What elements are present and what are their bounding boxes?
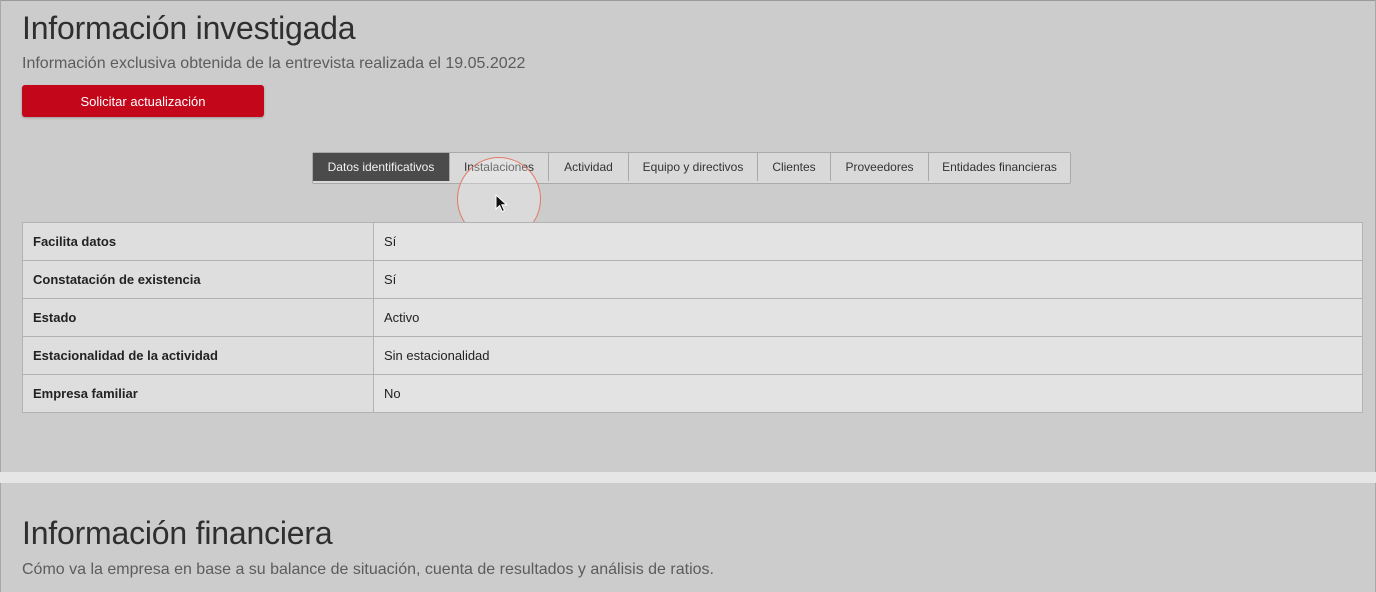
investigated-info-title: Información investigada xyxy=(22,10,356,46)
tab-clientes[interactable]: Clientes xyxy=(758,153,831,181)
info-tabs: Datos identificativos Instalaciones Acti… xyxy=(312,152,1071,184)
tab-entidades-financieras[interactable]: Entidades financieras xyxy=(929,153,1070,181)
row-value: Sin estacionalidad xyxy=(373,336,1363,375)
row-value: No xyxy=(373,374,1363,413)
row-label: Estado xyxy=(22,298,374,337)
table-row: Empresa familiar No xyxy=(22,374,1363,413)
investigated-info-section: Información investigada Información excl… xyxy=(0,0,1376,472)
tab-datos-identificativos[interactable]: Datos identificativos xyxy=(313,153,450,181)
mouse-pointer-icon xyxy=(495,194,508,213)
request-update-button[interactable]: Solicitar actualización xyxy=(22,85,264,117)
tab-equipo-y-directivos[interactable]: Equipo y directivos xyxy=(629,153,758,181)
table-row: Estado Activo xyxy=(22,298,1363,337)
table-row: Constatación de existencia Sí xyxy=(22,260,1363,299)
tab-proveedores[interactable]: Proveedores xyxy=(831,153,929,181)
row-label: Empresa familiar xyxy=(22,374,374,413)
financial-info-subtitle: Cómo va la empresa en base a su balance … xyxy=(22,561,714,578)
row-label: Constatación de existencia xyxy=(22,260,374,299)
table-row: Estacionalidad de la actividad Sin estac… xyxy=(22,336,1363,375)
row-label: Facilita datos xyxy=(22,222,374,261)
row-value: Sí xyxy=(373,260,1363,299)
table-row: Facilita datos Sí xyxy=(22,222,1363,261)
identification-data-table: Facilita datos Sí Constatación de existe… xyxy=(22,222,1363,413)
row-value: Sí xyxy=(373,222,1363,261)
tab-actividad[interactable]: Actividad xyxy=(549,153,629,181)
row-label: Estacionalidad de la actividad xyxy=(22,336,374,375)
investigated-info-subtitle: Información exclusiva obtenida de la ent… xyxy=(22,55,526,72)
section-divider xyxy=(0,472,1376,483)
row-value: Activo xyxy=(373,298,1363,337)
financial-info-title: Información financiera xyxy=(22,515,333,551)
